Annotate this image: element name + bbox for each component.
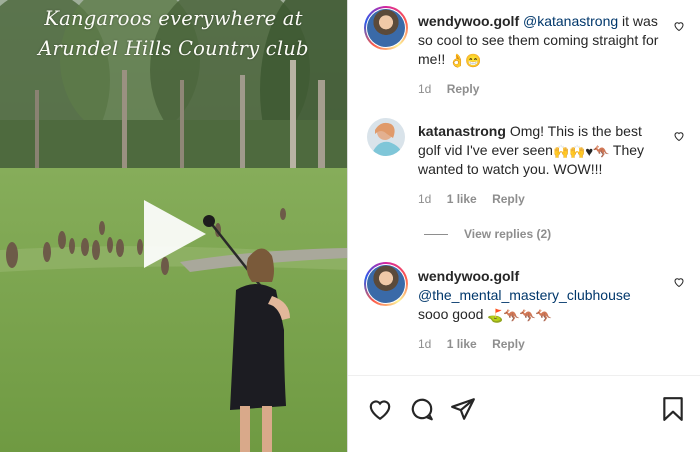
comment-mention[interactable]: @the_mental_mastery_clubhouse [418,287,631,303]
comments-panel: wendywoo.golf @katanastrong it was so co… [348,0,700,452]
reply-button[interactable]: Reply [492,192,525,206]
comment-meta: 1d 1 like Reply [418,337,537,351]
comment-text: katanastrong Omg! This is the best golf … [418,122,668,179]
video-caption: Kangaroos everywhere at Arundel Hills Co… [0,4,347,64]
comment-body: sooo good [418,306,488,322]
likes-count[interactable]: 1 like [447,192,477,206]
like-comment-heart-icon[interactable] [673,276,685,288]
heart-icon[interactable] [367,396,393,422]
comment-mention[interactable]: @katanastrong [523,13,618,29]
likes-count[interactable]: 1 like [447,337,477,351]
comment-emojis: 👌😁 [449,53,482,68]
comment-emojis: ⛳🦘🦘🦘 [487,308,553,323]
like-comment-heart-icon[interactable] [673,130,685,142]
story-ring[interactable] [364,6,408,50]
like-comment-heart-icon[interactable] [673,20,685,32]
comment-time: 1d [418,192,432,206]
comment-username[interactable]: wendywoo.golf [418,268,519,284]
action-bar-divider [348,375,700,376]
reply-button[interactable]: Reply [492,337,525,351]
comment-emojis: 🙌🙌♥🦘 [552,144,610,159]
comment-username[interactable]: katanastrong [418,123,506,139]
avatar[interactable] [367,9,405,47]
avatar-image [367,118,405,156]
comment-meta: 1d 1 like Reply [418,192,537,206]
comment-meta: 1d Reply [418,82,491,96]
caption-line-2: Arundel Hills Country club [38,37,309,60]
share-icon[interactable] [450,396,476,422]
comment-text: wendywoo.golf @the_mental_mastery_clubho… [418,267,668,324]
view-replies-line [424,234,448,235]
avatar[interactable] [367,118,405,156]
comment-time: 1d [418,337,432,351]
play-icon[interactable] [144,200,206,268]
reply-button[interactable]: Reply [447,82,480,96]
view-replies-label: View replies (2) [464,227,552,241]
comment-icon[interactable] [409,396,435,422]
story-ring[interactable] [364,262,408,306]
caption-line-1: Kangaroos everywhere at [44,7,303,30]
bookmark-icon[interactable] [660,396,686,422]
comment-time: 1d [418,82,432,96]
view-replies-button[interactable]: View replies (2) [424,227,551,241]
comment-username[interactable]: wendywoo.golf [418,13,519,29]
video-player[interactable]: Kangaroos everywhere at Arundel Hills Co… [0,0,347,452]
avatar[interactable] [367,265,405,303]
comment-text: wendywoo.golf @katanastrong it was so co… [418,12,668,69]
